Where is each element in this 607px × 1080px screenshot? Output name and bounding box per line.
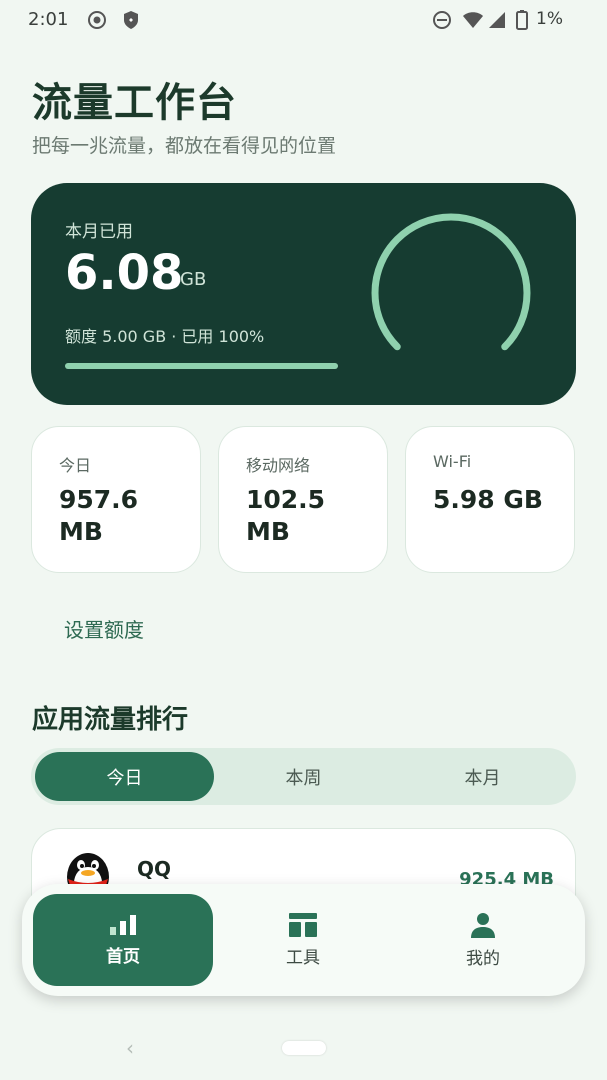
stat-value: 957.6 MB [59, 485, 139, 546]
usage-unit: GB [180, 269, 207, 290]
dnd-icon [432, 10, 452, 34]
page-subtitle: 把每一兆流量，都放在看得见的位置 [32, 135, 337, 157]
nav-label: 工具 [286, 947, 320, 968]
bottom-nav: 首页 工具 我的 [22, 884, 585, 996]
bar-chart-icon [110, 914, 136, 935]
usage-progress-bar [65, 363, 338, 369]
tools-icon [289, 912, 317, 937]
shield-icon [122, 10, 140, 34]
back-icon[interactable]: ‹ [126, 1036, 134, 1060]
record-icon [87, 10, 107, 34]
stat-card-wifi: Wi-Fi 5.98 GB [405, 426, 575, 573]
battery-percent: 1% [536, 9, 563, 29]
gauge-arc [371, 213, 531, 351]
usage-value: 6.08 [65, 245, 184, 301]
nav-label: 我的 [466, 948, 500, 969]
usage-progress-fill [65, 363, 338, 369]
signal-icon [487, 10, 507, 34]
tab-today[interactable]: 今日 [35, 752, 214, 801]
ranking-title: 应用流量排行 [32, 705, 189, 735]
tab-month[interactable]: 本月 [393, 752, 572, 801]
battery-icon [516, 10, 528, 34]
nav-me[interactable]: 我的 [393, 894, 573, 986]
page-title: 流量工作台 [32, 80, 237, 126]
stat-label: Wi-Fi [433, 452, 472, 471]
usage-gauge [371, 213, 531, 351]
system-nav-bar: ‹ [0, 1030, 607, 1066]
usage-quota-text: 额度 5.00 GB · 已用 100% [65, 327, 265, 346]
monthly-usage-card: 本月已用 6.08 GB 额度 5.00 GB · 已用 100% [31, 183, 576, 405]
stat-value: 5.98 GB [433, 485, 543, 514]
wifi-icon [462, 10, 484, 34]
stat-card-mobile: 移动网络 102.5 MB [218, 426, 388, 573]
stat-card-today: 今日 957.6 MB [31, 426, 201, 573]
stat-label: 移动网络 [246, 456, 311, 475]
status-bar: 2:01 1% [0, 0, 607, 40]
app-name: QQ [137, 857, 172, 881]
person-icon [471, 912, 495, 938]
set-quota-button[interactable]: 设置额度 [64, 614, 144, 643]
nav-tools[interactable]: 工具 [213, 894, 393, 986]
status-time: 2:01 [28, 9, 69, 30]
nav-label: 首页 [106, 946, 140, 967]
nav-home[interactable]: 首页 [33, 894, 213, 986]
home-pill[interactable] [282, 1041, 326, 1055]
usage-label: 本月已用 [65, 222, 133, 242]
tab-week[interactable]: 本周 [214, 752, 393, 801]
stat-value: 102.5 MB [246, 485, 326, 546]
period-tabs: 今日 本周 本月 [31, 748, 576, 805]
stat-label: 今日 [59, 456, 92, 475]
